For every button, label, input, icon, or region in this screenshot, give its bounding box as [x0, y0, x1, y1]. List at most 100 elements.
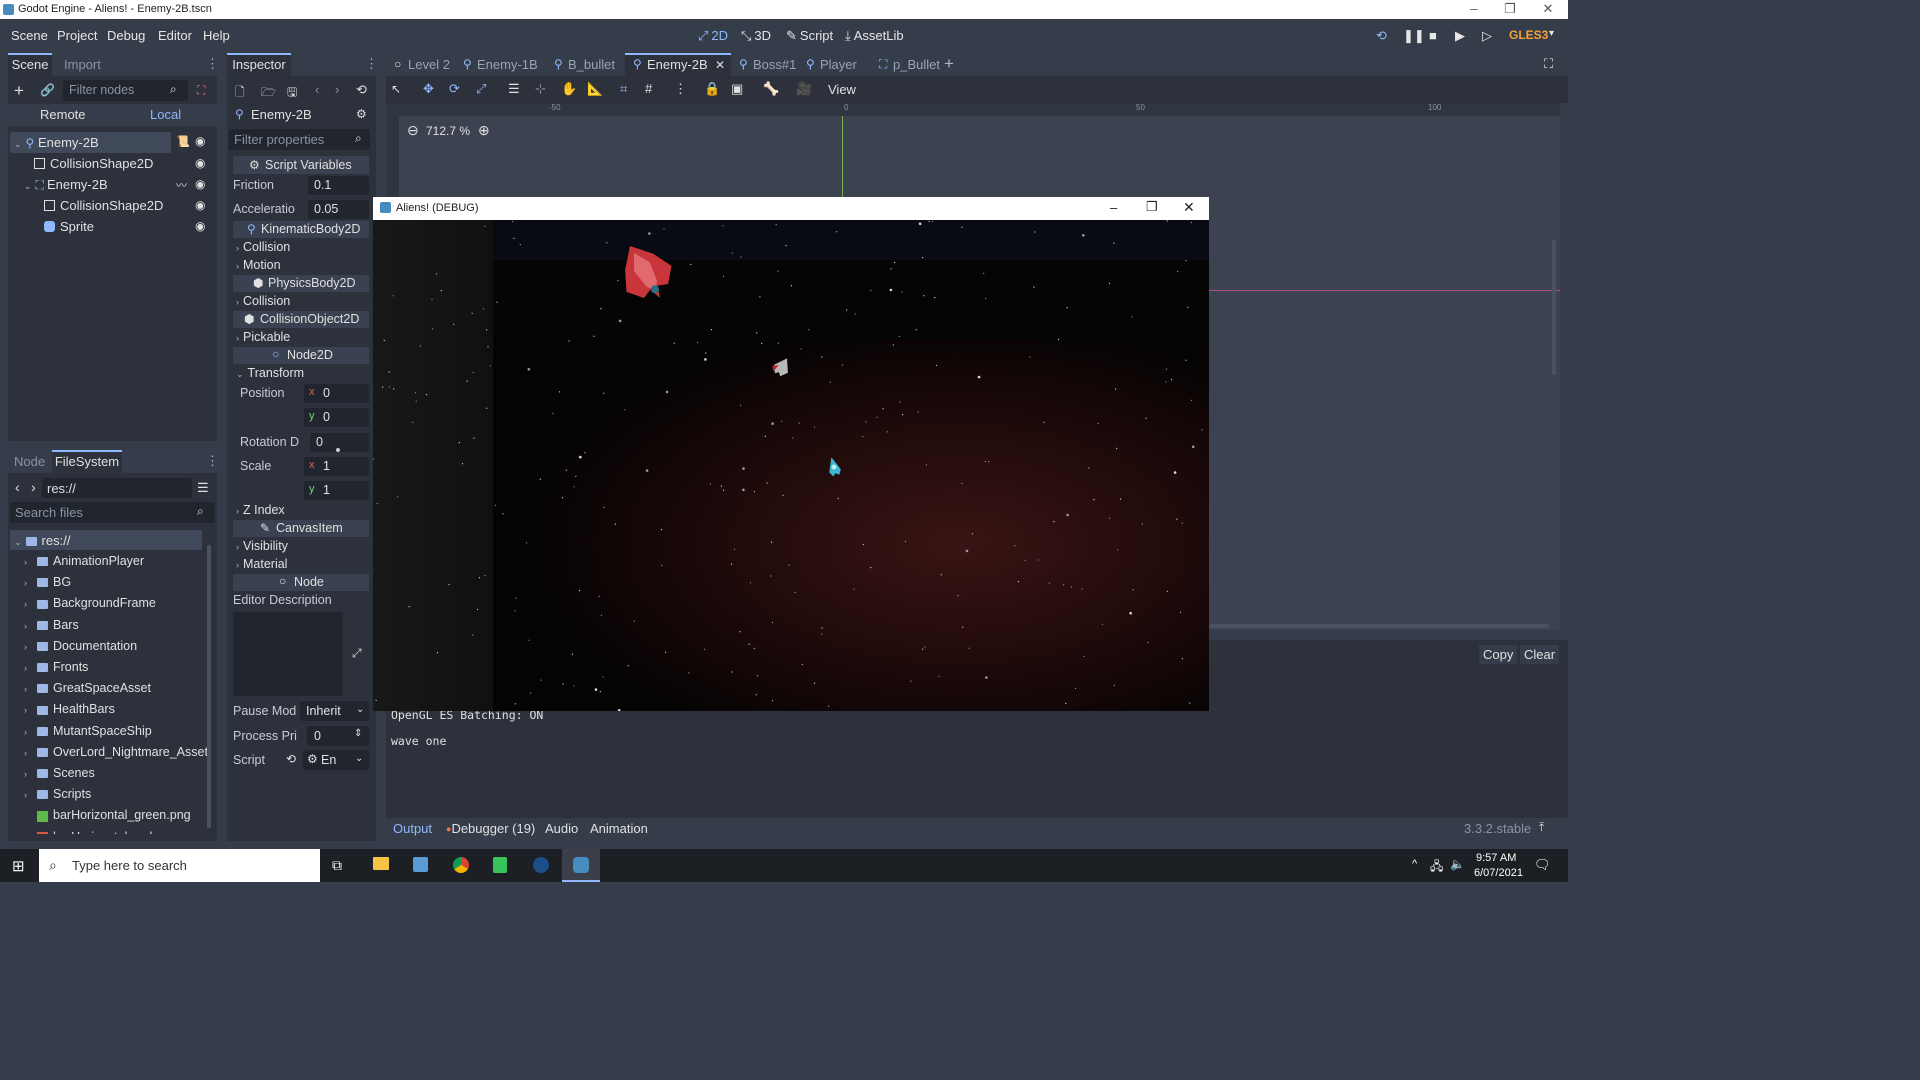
category-collision[interactable]: › Collision: [236, 294, 290, 308]
category-pickable[interactable]: › Pickable: [236, 330, 290, 344]
renderer-chevron-icon[interactable]: ▾: [1549, 28, 1554, 39]
spinbox-arrows-icon[interactable]: ⇕: [354, 728, 362, 739]
scene-tree-item[interactable]: ⌄ ⛶ Enemy-2B: [24, 177, 108, 193]
godot-taskbar-button[interactable]: [562, 849, 600, 882]
search-files-input[interactable]: Search files ⌕: [10, 502, 215, 523]
file-explorer-icon[interactable]: [373, 857, 389, 870]
taskbar-search-box[interactable]: ⌕ Type here to search: [39, 849, 320, 882]
scale-y-field[interactable]: y1: [304, 481, 369, 500]
view-menu[interactable]: View: [828, 82, 856, 97]
menu-help[interactable]: Help: [203, 28, 230, 43]
filesystem-item[interactable]: › GreatSpaceAsset: [24, 681, 151, 695]
list-select-icon[interactable]: ☰: [508, 81, 520, 97]
filesystem-item[interactable]: › Scripts: [24, 787, 91, 801]
category-visibility[interactable]: › Visibility: [236, 539, 288, 553]
game-maximize-button[interactable]: ❐: [1146, 199, 1158, 215]
menu-project[interactable]: Project: [57, 28, 97, 43]
scene-tab[interactable]: ⚲ Player: [798, 53, 871, 76]
chrome-icon[interactable]: [453, 857, 469, 873]
ruler-mode-icon[interactable]: 📐: [587, 81, 603, 97]
dock-menu-icon[interactable]: ⋮: [206, 453, 219, 469]
reload-icon[interactable]: ⟲: [1376, 28, 1387, 44]
zoom-in-icon[interactable]: ⊕: [478, 122, 490, 139]
windows-start-icon[interactable]: ⊞: [12, 857, 25, 875]
section-script-variables[interactable]: ⚙ Script Variables: [233, 156, 369, 174]
position-x-field[interactable]: x0: [304, 384, 369, 403]
zoom-level[interactable]: 712.7 %: [426, 124, 470, 138]
signal-icon[interactable]: 〰: [176, 177, 187, 193]
filesystem-item[interactable]: › BG: [24, 575, 71, 589]
notifications-icon[interactable]: 🗨: [1534, 857, 1551, 873]
path-field[interactable]: res://: [42, 478, 192, 498]
menu-scene[interactable]: Scene: [11, 28, 48, 43]
scale-x-field[interactable]: x1: [304, 457, 369, 476]
category-z-index[interactable]: › Z Index: [236, 503, 285, 517]
copy-button[interactable]: Copy: [1479, 645, 1518, 664]
new-resource-icon[interactable]: 🗋: [235, 83, 245, 104]
visibility-eye-icon[interactable]: ◉: [195, 177, 205, 191]
zoom-out-icon[interactable]: ⊖: [407, 122, 419, 139]
lock-icon[interactable]: 🔒: [704, 81, 720, 97]
visibility-eye-icon[interactable]: ◉: [195, 156, 205, 170]
history-icon[interactable]: ⟲: [356, 82, 367, 98]
game-canvas[interactable]: [373, 220, 1209, 711]
tab-output[interactable]: Output: [393, 821, 432, 836]
rotate-mode-icon[interactable]: ⟳: [449, 81, 460, 97]
menu-editor[interactable]: Editor: [158, 28, 192, 43]
category-motion[interactable]: › Motion: [236, 258, 281, 272]
dock-menu-icon[interactable]: ⋮: [206, 56, 219, 72]
visibility-eye-icon[interactable]: ◉: [195, 198, 205, 212]
filesystem-item[interactable]: barHorizontal_red.png: [24, 830, 177, 834]
filesystem-item[interactable]: › Scenes: [24, 766, 95, 780]
open-folder-icon[interactable]: 🗁: [261, 83, 276, 104]
notepad-plus-icon[interactable]: [493, 857, 507, 873]
group-icon[interactable]: ▣: [731, 81, 743, 97]
renderer-label[interactable]: GLES3: [1509, 28, 1548, 42]
tab-filesystem[interactable]: FileSystem: [52, 450, 122, 473]
close-tab-icon[interactable]: ✕: [715, 58, 725, 72]
filesystem-item[interactable]: barHorizontal_green.png: [24, 808, 191, 822]
network-icon[interactable]: 🖧: [1430, 857, 1443, 878]
mode-2d-button[interactable]: ⤢ 2D: [698, 28, 728, 44]
scene-tab[interactable]: ⚲ Enemy-1B: [455, 53, 546, 76]
pivot-icon[interactable]: ⊹: [535, 81, 546, 97]
mode-script-button[interactable]: ✎ Script: [786, 28, 833, 44]
category-material[interactable]: › Material: [236, 557, 287, 571]
window-minimize-button[interactable]: –: [1456, 0, 1492, 19]
task-view-icon[interactable]: ⧉: [332, 857, 342, 874]
inspector-node-name[interactable]: Enemy-2B: [251, 107, 312, 122]
expand-textarea-icon[interactable]: ⤢: [352, 646, 362, 661]
object-properties-icon[interactable]: ⚙: [356, 107, 367, 121]
new-scene-tab-icon[interactable]: +: [944, 54, 954, 74]
filesystem-item[interactable]: › HealthBars: [24, 702, 115, 716]
position-y-field[interactable]: y0: [304, 408, 369, 427]
visibility-eye-icon[interactable]: ◉: [195, 134, 205, 148]
volume-icon[interactable]: 🔈: [1450, 857, 1465, 871]
taskbar-date[interactable]: 6/07/2021: [1474, 867, 1523, 879]
scene-tab[interactable]: ⚲ Enemy-2B ✕: [625, 53, 731, 76]
clear-button[interactable]: Clear: [1520, 645, 1560, 664]
filter-properties-input[interactable]: Filter properties ⌕: [229, 129, 370, 150]
scene-tree-root[interactable]: ⌄ ⚲ Enemy-2B: [14, 135, 99, 150]
tab-node[interactable]: Node: [14, 454, 45, 469]
stop-icon[interactable]: ■: [1429, 28, 1437, 43]
smart-snap-icon[interactable]: ⌗: [620, 81, 627, 97]
filesystem-item[interactable]: › OverLord_Nightmare_Asset: [24, 745, 208, 759]
tab-audio[interactable]: Audio: [545, 821, 578, 836]
editor-description-textarea[interactable]: [233, 612, 343, 696]
scene-tree-item[interactable]: CollisionShape2D: [44, 198, 163, 213]
forward-arrow-icon[interactable]: ›: [31, 479, 36, 495]
window-close-button[interactable]: ✕: [1530, 0, 1566, 19]
friction-field[interactable]: 0.1: [308, 176, 369, 195]
history-forward-icon[interactable]: ›: [335, 82, 339, 97]
scale-mode-icon[interactable]: ⤢: [476, 81, 486, 97]
script-resource-field[interactable]: ⚙ En ⌄: [303, 750, 369, 770]
filesystem-item[interactable]: › MutantSpaceShip: [24, 724, 152, 738]
game-minimize-button[interactable]: –: [1110, 200, 1117, 215]
filesystem-item[interactable]: › BackgroundFrame: [24, 596, 156, 610]
rotation-field[interactable]: 0: [310, 433, 369, 452]
script-instance-icon[interactable]: ⛶: [197, 83, 205, 98]
pan-mode-icon[interactable]: ✋: [561, 81, 577, 97]
tab-animation[interactable]: Animation: [590, 821, 648, 836]
move-mode-icon[interactable]: ✥: [423, 81, 434, 97]
